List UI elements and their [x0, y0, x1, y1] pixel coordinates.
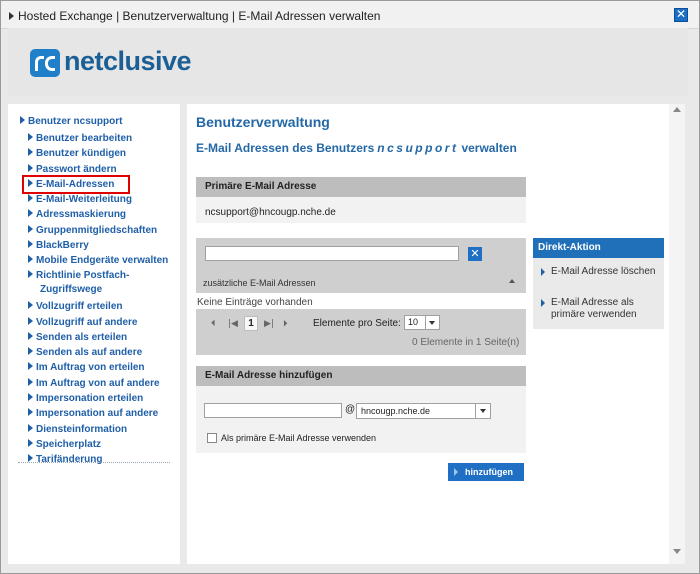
sidebar-item-benutzer-kuendigen[interactable]: Benutzer kündigen	[28, 146, 176, 161]
arrow-right-icon	[28, 408, 33, 417]
arrow-right-icon	[28, 148, 33, 157]
arrow-right-icon	[454, 468, 458, 476]
arrow-right-icon	[28, 240, 33, 249]
arrow-right-icon	[28, 163, 33, 172]
sidebar-item-senden-als-erteilen[interactable]: Senden als erteilen	[28, 330, 176, 345]
domain-dropdown-icon[interactable]	[475, 403, 491, 419]
sidebar-item-im-auftrag-erteilen[interactable]: Im Auftrag von erteilen	[28, 360, 176, 375]
page-subtitle: E-Mail Adressen des Benutzers ncsupport ve…	[196, 141, 517, 155]
arrow-right-icon	[28, 347, 33, 356]
sidebar-item-tarifaenderung[interactable]: Tarifänderung	[28, 452, 176, 467]
sidebar-item-im-auftrag-andere[interactable]: Im Auftrag von auf andere	[28, 376, 176, 391]
scroll-down-icon[interactable]	[673, 549, 681, 554]
sidebar-item-vollzugriff-erteilen[interactable]: Vollzugriff erteilen	[28, 299, 176, 314]
primary-address-header: Primäre E-Mail Adresse	[196, 177, 526, 197]
action-delete-address[interactable]: E-Mail Adresse löschen	[541, 266, 659, 278]
sidebar-item-passwort-aendern[interactable]: Passwort ändern	[28, 162, 176, 177]
sidebar-item-gruppenmitgliedschaften[interactable]: Gruppenmitgliedschaften	[28, 223, 176, 238]
arrow-right-icon	[28, 301, 33, 310]
direct-action-panel: Direkt-Aktion E-Mail Adresse löschen E-M…	[533, 238, 664, 329]
per-page-dropdown-icon[interactable]	[426, 315, 440, 330]
pager-current-page[interactable]: 1	[244, 316, 258, 331]
arrow-right-icon	[28, 331, 33, 340]
pager-next-icon[interactable]: ▶|	[264, 319, 274, 329]
sidebar-item-diensteinformation[interactable]: Diensteinformation	[28, 422, 176, 437]
arrow-right-icon	[28, 178, 33, 187]
sidebar-item-senden-als-andere[interactable]: Senden als auf andere	[28, 345, 176, 360]
arrow-right-icon	[28, 377, 33, 386]
window-title: Hosted Exchange | Benutzerverwaltung | E…	[18, 9, 381, 23]
set-primary-checkbox[interactable]	[207, 433, 217, 443]
additional-addresses-label: zusätzliche E-Mail Adressen	[203, 278, 316, 288]
sidebar-item-email-adressen[interactable]: E-Mail-Adressen	[22, 174, 130, 195]
per-page-select[interactable]: 10	[404, 315, 426, 330]
primary-address-value: ncsupport@hncougp.nche.de	[205, 207, 336, 218]
email-local-part-input[interactable]	[204, 403, 342, 418]
subtitle-user: ncsupport	[377, 141, 459, 155]
close-button[interactable]: ✕	[674, 8, 688, 22]
set-primary-checkbox-label[interactable]: Als primäre E-Mail Adresse verwenden	[221, 433, 376, 443]
add-address-header: E-Mail Adresse hinzufügen	[196, 366, 526, 386]
sidebar-item-email-weiterleitung[interactable]: E-Mail-Weiterleitung	[28, 192, 176, 207]
sidebar-item-benutzer-bearbeiten[interactable]: Benutzer bearbeiten	[28, 131, 176, 146]
add-address-button[interactable]: hinzufügen	[448, 463, 524, 481]
address-filter-input[interactable]	[205, 246, 459, 261]
direct-action-header: Direkt-Aktion	[533, 238, 664, 258]
arrow-right-icon	[28, 423, 33, 432]
arrow-right-icon	[28, 255, 33, 264]
logo-band: netclusive	[8, 28, 688, 96]
title-bar: Hosted Exchange | Benutzerverwaltung | E…	[1, 1, 699, 29]
vertical-scrollbar[interactable]	[669, 104, 685, 564]
sidebar-item-speicherplatz[interactable]: Speicherplatz	[28, 437, 176, 452]
logo-text: netclusive	[64, 46, 192, 76]
pager-last-icon[interactable]: ⏵	[283, 319, 288, 329]
arrow-right-icon	[28, 316, 33, 325]
arrow-right-icon	[20, 116, 25, 124]
arrow-right-icon	[28, 393, 33, 402]
domain-select[interactable]: hncougp.nche.de	[356, 403, 476, 419]
netclusive-logo-icon	[30, 49, 60, 77]
arrow-right-icon	[28, 209, 33, 218]
at-sign: @	[345, 404, 356, 415]
empty-list-text: Keine Einträge vorhanden	[197, 297, 313, 308]
arrow-right-icon	[28, 133, 33, 141]
sidebar-item-richtlinie-postfach[interactable]: Richtlinie Postfach- Zugriffswege	[28, 269, 176, 300]
sidebar-item-impersonation-andere[interactable]: Impersonation auf andere	[28, 406, 176, 421]
sidebar-item-mobile-endgeraete[interactable]: Mobile Endgeräte verwalten	[28, 253, 176, 268]
sidebar: Benutzer ncsupport Benutzer bearbeiten B…	[8, 104, 180, 564]
arrow-right-icon	[9, 12, 14, 20]
scroll-up-icon[interactable]	[673, 107, 681, 112]
sidebar-item-blackberry[interactable]: BlackBerry	[28, 238, 176, 253]
sidebar-item-vollzugriff-andere[interactable]: Vollzugriff auf andere	[28, 315, 176, 330]
pager-first-icon[interactable]: ⏴	[211, 319, 216, 329]
arrow-right-icon	[541, 299, 545, 307]
arrow-right-icon	[28, 362, 33, 371]
sidebar-item-impersonation-erteilen[interactable]: Impersonation erteilen	[28, 391, 176, 406]
page-title: Benutzerverwaltung	[196, 114, 330, 130]
arrow-right-icon	[28, 438, 33, 447]
arrow-right-icon	[541, 268, 545, 276]
collapse-up-icon[interactable]	[509, 279, 515, 283]
arrow-right-icon	[28, 224, 33, 233]
arrow-right-icon	[28, 269, 33, 278]
sidebar-divider	[18, 462, 170, 463]
pager-total-text: 0 Elemente in 1 Seite(n)	[412, 337, 520, 348]
sidebar-list: Benutzer bearbeiten Benutzer kündigen Pa…	[22, 131, 176, 468]
action-set-primary[interactable]: E-Mail Adresse als primäre verwenden	[541, 297, 659, 321]
clear-filter-button[interactable]: ✕	[468, 247, 482, 261]
sidebar-item-adressmaskierung[interactable]: Adressmaskierung	[28, 207, 176, 222]
pager-prev-icon[interactable]: |◀	[228, 319, 238, 329]
sidebar-root[interactable]: Benutzer ncsupport	[20, 116, 122, 127]
arrow-right-icon	[28, 194, 33, 203]
per-page-label: Elemente pro Seite:	[313, 318, 401, 329]
primary-address-panel: Primäre E-Mail Adresse ncsupport@hncougp…	[196, 177, 526, 223]
